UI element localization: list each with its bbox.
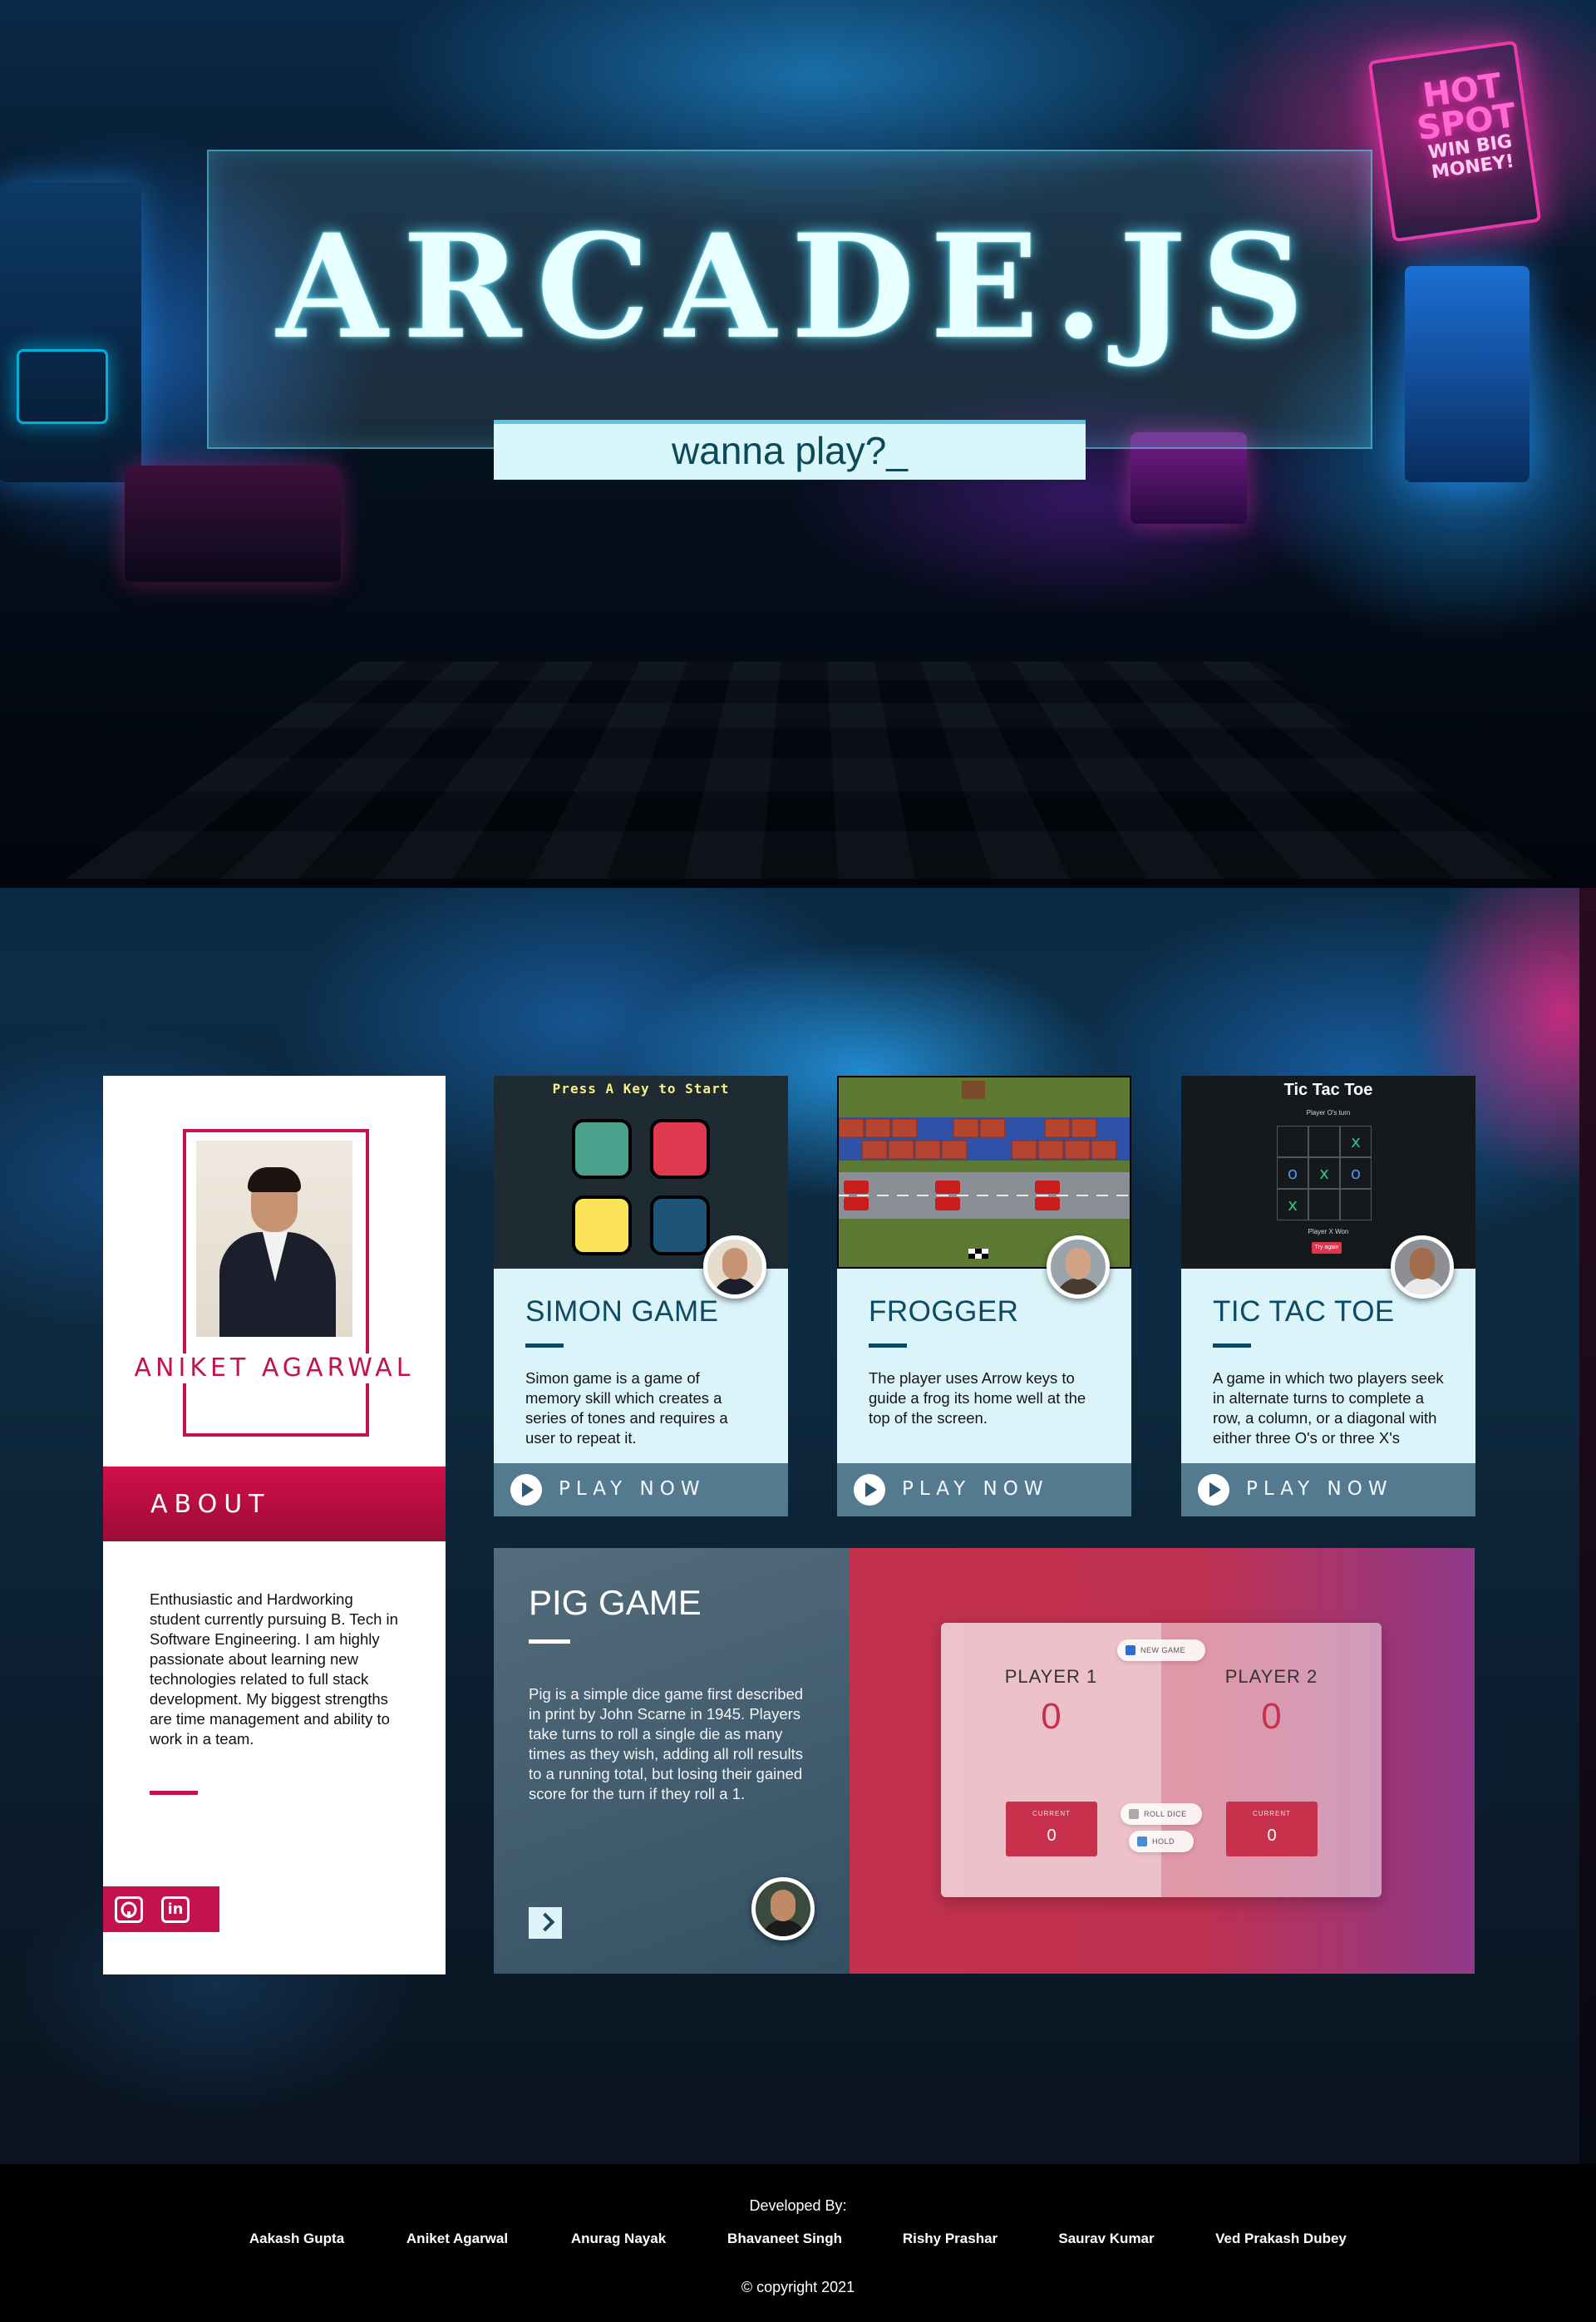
play-now-label: PLAY NOW — [902, 1478, 1049, 1500]
section-edge — [1579, 888, 1596, 2164]
pig-board: PLAYER 1 0 CURRENT 0 PLAYER 2 0 CURRENT … — [941, 1623, 1382, 1897]
game-card-tic-tac-toe: Tic Tac Toe Player O's turn x o x o x Pl… — [1181, 1076, 1475, 1516]
ttt-screenshot-won: Player X Won — [1308, 1228, 1349, 1235]
arcade-cabinet — [125, 466, 341, 582]
play-now-label: PLAY NOW — [1246, 1478, 1393, 1500]
developer-name: Bhavaneet Singh — [727, 2231, 842, 2246]
arcade-floor — [66, 661, 1555, 880]
divider — [1213, 1343, 1251, 1348]
simon-pad-green — [572, 1119, 632, 1179]
developer-avatar — [703, 1235, 766, 1299]
pig-player2-panel: PLAYER 2 0 CURRENT 0 — [1161, 1623, 1382, 1897]
play-icon — [854, 1474, 885, 1506]
divider — [869, 1343, 907, 1348]
game-description: A game in which two players seek in alte… — [1213, 1369, 1444, 1447]
developer-avatar — [1047, 1235, 1110, 1299]
game-title: FROGGER — [869, 1295, 1019, 1328]
divider — [525, 1343, 564, 1348]
current-value: 0 — [1047, 1827, 1057, 1845]
ttt-screenshot-button: Try again — [1312, 1242, 1342, 1254]
play-now-button[interactable]: PLAY NOW — [837, 1463, 1131, 1516]
github-icon[interactable] — [115, 1896, 143, 1923]
pig-player2-current: CURRENT 0 — [1226, 1802, 1318, 1856]
pig-new-game-pill: NEW GAME — [1117, 1639, 1205, 1661]
profile-name: ANIKET AGARWAL — [103, 1353, 446, 1383]
pig-player1-current: CURRENT 0 — [1006, 1802, 1097, 1856]
developer-name: Aniket Agarwal — [406, 2231, 509, 2246]
new-game-icon — [1126, 1645, 1135, 1655]
divider — [529, 1639, 570, 1644]
ttt-grid: x o x o x — [1277, 1126, 1372, 1221]
play-icon — [1198, 1474, 1229, 1506]
game-title: PIG GAME — [529, 1583, 702, 1622]
pig-player2-score: 0 — [1261, 1696, 1282, 1737]
game-card-frogger: FROGGER The player uses Arrow keys to gu… — [837, 1076, 1131, 1516]
developer-name: Ved Prakash Dubey — [1215, 2231, 1347, 2246]
developer-avatar — [751, 1877, 815, 1940]
footer: Developed By: Aakash Gupta Aniket Agarwa… — [0, 2164, 1596, 2322]
developer-list: Aakash Gupta Aniket Agarwal Anurag Nayak… — [0, 2231, 1596, 2255]
pig-player2-name: PLAYER 2 — [1224, 1666, 1318, 1687]
simon-pad-blue — [650, 1196, 710, 1255]
photo-frame-bottom — [183, 1412, 369, 1437]
dice-icon — [1129, 1809, 1139, 1819]
play-now-button[interactable]: PLAY NOW — [494, 1463, 788, 1516]
game-title: TIC TAC TOE — [1213, 1295, 1395, 1328]
pig-player1-panel: PLAYER 1 0 CURRENT 0 — [941, 1623, 1161, 1897]
developer-avatar — [1391, 1235, 1454, 1299]
ttt-screenshot-turn: Player O's turn — [1306, 1109, 1351, 1117]
pig-player1-score: 0 — [1041, 1696, 1062, 1737]
hold-icon — [1137, 1836, 1147, 1846]
pig-screenshot: PLAYER 1 0 CURRENT 0 PLAYER 2 0 CURRENT … — [850, 1548, 1475, 1974]
game-description: The player uses Arrow keys to guide a fr… — [869, 1369, 1086, 1427]
neon-sign-text: HOT SPOT WIN BIG MONEY! — [1414, 67, 1519, 184]
social-links: in — [103, 1886, 219, 1932]
current-label: CURRENT — [1252, 1810, 1292, 1817]
simon-pad-yellow — [572, 1196, 632, 1255]
game-title: SIMON GAME — [525, 1295, 719, 1328]
pig-roll-dice-pill: ROLL DICE — [1121, 1803, 1202, 1825]
next-arrow-button[interactable] — [529, 1907, 562, 1939]
simon-pad-red — [650, 1119, 710, 1179]
site-title: ARCADE.JS — [276, 202, 1320, 371]
current-label: CURRENT — [1032, 1810, 1071, 1817]
game-description: Pig is a simple dice game first describe… — [529, 1685, 804, 1802]
game-card-pig: PIG GAME Pig is a simple dice game first… — [494, 1548, 1475, 1974]
developer-name: Saurav Kumar — [1058, 2231, 1155, 2246]
developed-by-label: Developed By: — [749, 2197, 847, 2214]
pig-player1-name: PLAYER 1 — [1004, 1666, 1098, 1687]
copyright: © copyright 2021 — [741, 2279, 855, 2295]
profile-photo — [196, 1141, 352, 1337]
pig-info-panel: PIG GAME Pig is a simple dice game first… — [494, 1548, 850, 1974]
about-text: Enthusiastic and Hardworking student cur… — [150, 1590, 398, 1748]
game-card-simon: Press A Key to Start SIMON GAME Simon ga… — [494, 1076, 788, 1516]
profile-card: ANIKET AGARWAL ABOUT Enthusiastic and Ha… — [103, 1076, 446, 1974]
developer-name: Rishy Prashar — [902, 2231, 998, 2246]
linkedin-icon[interactable]: in — [161, 1896, 190, 1923]
game-description: Simon game is a game of memory skill whi… — [525, 1369, 728, 1447]
play-now-button[interactable]: PLAY NOW — [1181, 1463, 1475, 1516]
tagline: wanna play?_ — [494, 420, 1086, 480]
simon-screenshot-text: Press A Key to Start — [552, 1081, 730, 1097]
divider — [150, 1791, 198, 1795]
play-now-label: PLAY NOW — [559, 1478, 706, 1500]
current-value: 0 — [1267, 1827, 1277, 1845]
ttt-screenshot-title: Tic Tac Toe — [1283, 1081, 1373, 1099]
developer-name: Aakash Gupta — [249, 2231, 345, 2246]
play-icon — [510, 1474, 542, 1506]
about-heading: ABOUT — [150, 1490, 271, 1519]
about-header: ABOUT — [103, 1467, 446, 1541]
pig-hold-pill: HOLD — [1129, 1831, 1194, 1852]
developer-name: Anurag Nayak — [570, 2231, 667, 2246]
